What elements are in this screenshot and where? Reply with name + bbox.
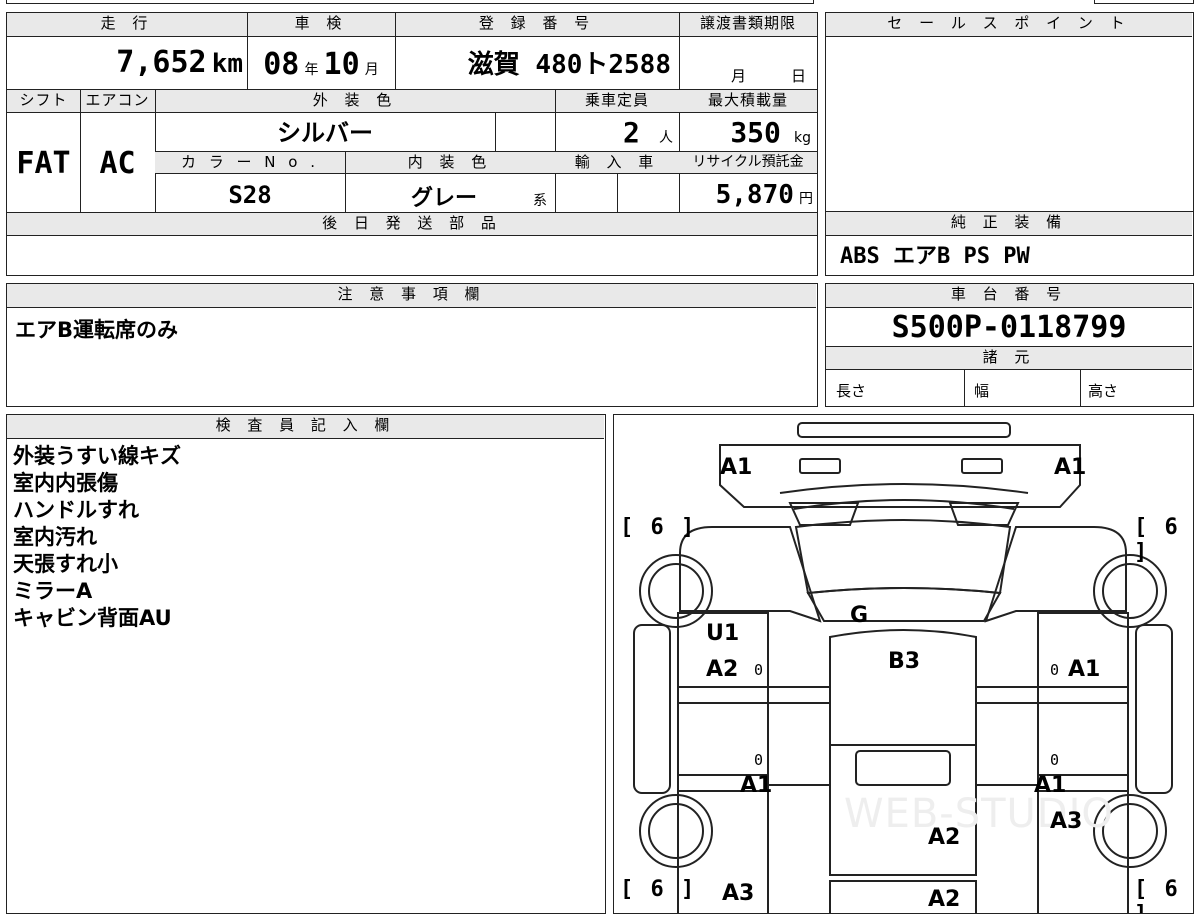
specs-header: 諸 元: [826, 346, 1192, 370]
later-parts-header: 後 日 発 送 部 品: [7, 212, 817, 236]
caution-box: 注 意 事 項 欄 エアB運転席のみ: [6, 283, 818, 407]
color-no-value: S28: [228, 181, 272, 209]
shaken-month: 10: [323, 47, 360, 82]
mark-right-lower: A1: [1034, 773, 1067, 798]
ac-value: AC: [99, 146, 136, 181]
chassis-header: 車 台 番 号: [826, 284, 1192, 308]
inspector-header: 検 査 員 記 入 欄: [7, 415, 604, 439]
inspector-notes: 外装うすい線キズ 室内内張傷 ハンドルすれ 室内汚れ 天張すれ小 ミラーA キャ…: [13, 443, 181, 632]
main-info-table: 走 行 車 検 登 録 番 号 譲渡書類期限 7,652 km 08 年 10 …: [6, 12, 818, 276]
zero-marker: 0: [754, 751, 764, 769]
load-value-cell: 350 kg: [679, 113, 817, 151]
shaken-year: 08: [263, 47, 300, 82]
load-value: 350: [730, 116, 781, 149]
shaken-value-cell: 08 年 10 月: [247, 37, 395, 89]
mark-cab-top: B3: [888, 649, 921, 674]
shaken-header: 車 検: [247, 13, 395, 37]
spec-width: 幅: [974, 382, 990, 400]
top-cut-right: [1094, 0, 1194, 4]
tire-mark-front-left: [ 6 ]: [620, 515, 697, 540]
capacity-value: 2: [623, 116, 640, 149]
sales-point-header: セ ー ル ス ポ イ ン ト: [826, 13, 1192, 37]
registration-value: 滋賀 480ト2588: [467, 50, 671, 80]
capacity-value-cell: 2 人: [555, 113, 679, 151]
exterior-header: 外 装 色: [155, 90, 555, 113]
interior-value: グレー: [411, 186, 478, 211]
top-cut-row: [6, 0, 814, 4]
mark-left-bottom: A3: [722, 881, 755, 906]
mark-right-upper: A1: [1068, 657, 1101, 682]
recycle-header: リサイクル預託金: [679, 151, 817, 174]
note-line: 室内内張傷: [13, 471, 118, 495]
tire-mark-rear-left: [ 6 ]: [620, 877, 697, 902]
equipment-header: 純 正 装 備: [826, 212, 1192, 236]
recycle-value-cell: 5,870 円: [679, 174, 817, 212]
caution-header: 注 意 事 項 欄: [7, 284, 816, 308]
transfer-day: 日: [791, 67, 807, 85]
spec-length: 長さ: [836, 382, 867, 400]
mileage-header: 走 行: [7, 13, 247, 37]
zero-marker: 0: [754, 661, 764, 679]
recycle-unit: 円: [799, 191, 813, 207]
ac-header: エアコン: [80, 90, 155, 113]
vehicle-diagram-box: WEB-STUDIO A1 A1 G B3 U1 A2 A1 A1 A1 A3 …: [613, 414, 1194, 914]
capacity-unit: 人: [659, 130, 673, 146]
mileage-value-cell: 7,652 km: [7, 37, 247, 89]
caution-value: エアB運転席のみ: [15, 318, 179, 342]
mark-left-lower: A1: [740, 773, 773, 798]
note-line: 天張すれ小: [13, 552, 118, 576]
note-line: キャビン背面AU: [13, 606, 172, 630]
transfer-deadline-header: 譲渡書類期限: [679, 13, 817, 37]
note-line: ミラーA: [13, 579, 93, 603]
mark-right-rear: A3: [1050, 809, 1083, 834]
note-line: 外装うすい線キズ: [13, 444, 181, 468]
registration-header: 登 録 番 号: [395, 13, 679, 37]
inspector-box: 検 査 員 記 入 欄 外装うすい線キズ 室内内張傷 ハンドルすれ 室内汚れ 天…: [6, 414, 606, 914]
mark-front-left: A1: [720, 455, 753, 480]
load-header: 最大積載量: [679, 90, 817, 113]
interior-header: 内 装 色: [345, 151, 555, 174]
shift-value: FAT: [16, 146, 71, 181]
tire-mark-front-right: [ 6 ]: [1134, 515, 1180, 565]
mark-bed-center: A2: [928, 825, 961, 850]
zero-marker: 0: [1050, 661, 1060, 679]
tire-mark-rear-right: [ 6 ]: [1134, 877, 1180, 913]
note-line: 室内汚れ: [13, 525, 97, 549]
mark-front-right: A1: [1054, 455, 1087, 480]
shaken-month-unit: 月: [364, 62, 379, 78]
sales-point-box: セ ー ル ス ポ イ ン ト: [825, 12, 1194, 212]
interior-value-cell: グレー 系: [345, 174, 555, 212]
chassis-box: 車 台 番 号 S500P-0118799 諸 元 長さ 幅 高さ: [825, 283, 1194, 407]
exterior-value: シルバー: [277, 119, 373, 147]
transfer-month: 月: [731, 67, 747, 85]
load-unit: kg: [794, 130, 811, 146]
transfer-deadline-cell: 月 日: [679, 37, 817, 89]
capacity-header: 乗車定員: [555, 90, 679, 113]
shaken-year-unit: 年: [304, 62, 319, 78]
mark-left-upper-2: A2: [706, 657, 739, 682]
note-line: ハンドルすれ: [13, 498, 139, 522]
equipment-box: 純 正 装 備 ABS エアB PS PW: [825, 211, 1194, 276]
shift-header: シフト: [7, 90, 80, 113]
mileage-unit: km: [211, 49, 243, 79]
recycle-value: 5,870: [715, 180, 794, 210]
interior-unit: 系: [533, 193, 547, 209]
later-parts-area: [7, 236, 817, 274]
spec-height: 高さ: [1088, 382, 1119, 400]
zero-marker: 0: [1050, 751, 1060, 769]
color-no-header: カ ラ ー N o .: [155, 151, 345, 174]
mileage-value: 7,652: [116, 45, 207, 80]
mark-left-upper-1: U1: [706, 621, 740, 646]
mark-hood: G: [850, 603, 869, 628]
equipment-value: ABS エアB PS PW: [840, 244, 1030, 269]
import-header: 輸 入 車: [555, 151, 679, 174]
chassis-number: S500P-0118799: [891, 310, 1127, 345]
